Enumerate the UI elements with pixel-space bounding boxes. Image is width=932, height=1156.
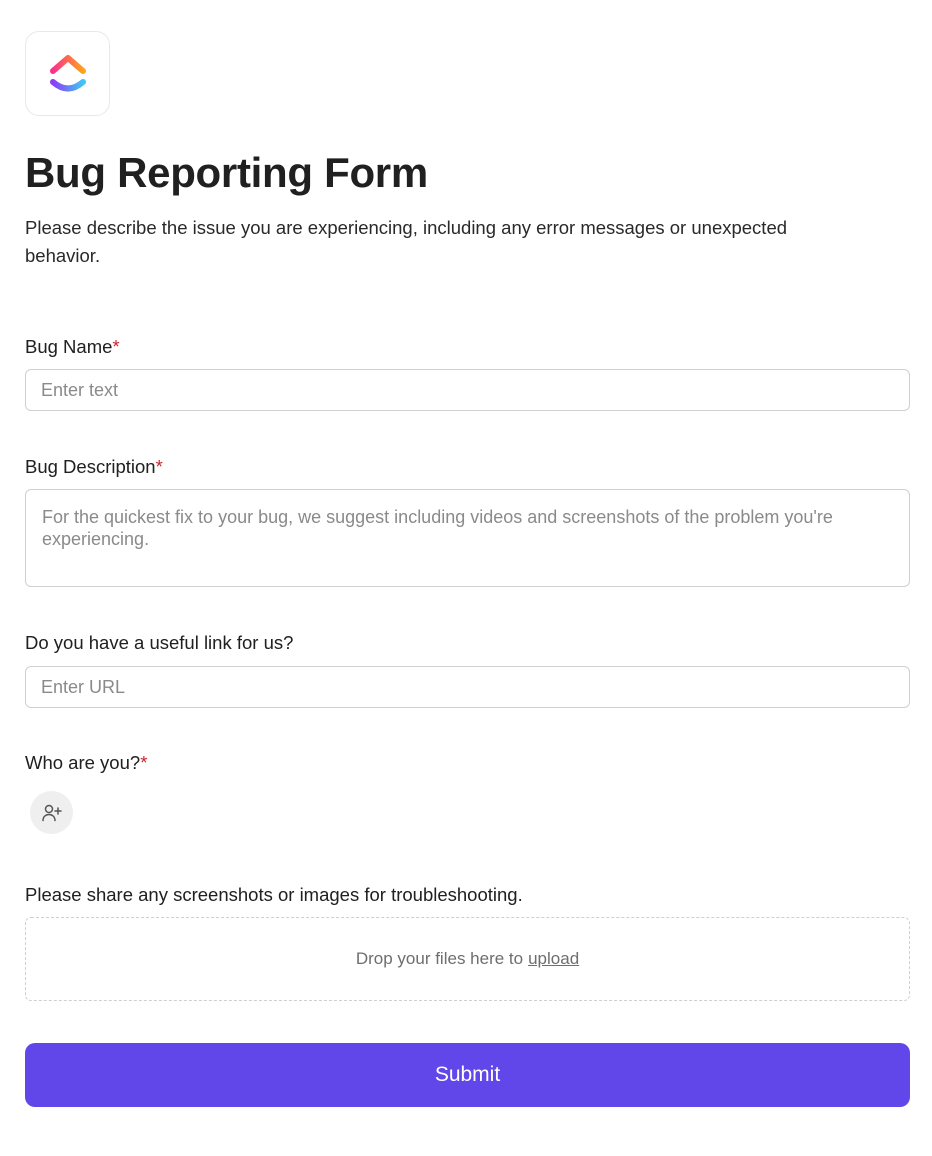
bug-report-form: Bug Reporting Form Please describe the i… xyxy=(25,31,910,1107)
bug-description-textarea[interactable] xyxy=(25,489,910,587)
useful-link-label: Do you have a useful link for us? xyxy=(25,632,294,653)
attachments-label: Please share any screenshots or images f… xyxy=(25,884,523,905)
bug-name-label: Bug Name* xyxy=(25,336,120,357)
bug-description-label: Bug Description* xyxy=(25,456,163,477)
useful-link-input[interactable] xyxy=(25,666,910,708)
who-are-you-label: Who are you?* xyxy=(25,752,148,773)
upload-link[interactable]: upload xyxy=(528,949,579,969)
bug-name-input[interactable] xyxy=(25,369,910,411)
file-dropzone[interactable]: Drop your files here to upload xyxy=(25,917,910,1001)
logo-container xyxy=(25,31,110,116)
dropzone-text: Drop your files here to xyxy=(355,949,524,968)
required-mark: * xyxy=(140,752,148,773)
assign-user-button[interactable] xyxy=(30,791,73,834)
required-mark: * xyxy=(155,456,163,477)
required-mark: * xyxy=(112,336,120,357)
submit-button[interactable]: Submit xyxy=(25,1043,910,1107)
form-description: Please describe the issue you are experi… xyxy=(25,217,788,266)
clickup-logo-icon xyxy=(49,54,86,91)
form-title: Bug Reporting Form xyxy=(25,149,428,196)
person-add-icon xyxy=(41,804,62,821)
